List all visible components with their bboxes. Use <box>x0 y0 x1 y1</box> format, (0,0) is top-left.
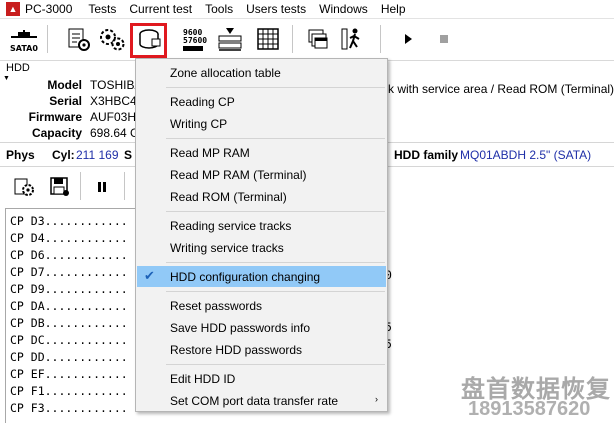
menu-separator <box>166 87 385 88</box>
capacity-label: Capacity <box>31 126 82 140</box>
menu-item-restore-hdd-passwords[interactable]: Restore HDD passwords <box>137 339 386 360</box>
cyl-label: Cyl: <box>52 148 75 162</box>
menu-separator <box>166 291 385 292</box>
model-label: Model <box>47 78 82 92</box>
menu-item-label: HDD configuration changing <box>170 269 321 284</box>
main-toolbar: SATA0 9600 57600 <box>0 19 614 61</box>
menu-item-label: Save HDD passwords info <box>170 320 311 335</box>
scroll-gear-icon[interactable] <box>62 23 94 55</box>
menu-item-label: Zone allocation table <box>170 65 281 80</box>
ram-stack-icon[interactable] <box>214 23 246 55</box>
sata-port-label: SATA0 <box>10 44 38 53</box>
save-disk-icon[interactable] <box>44 171 76 203</box>
menu-separator <box>166 262 385 263</box>
menu-item-save-hdd-passwords-info[interactable]: Save HDD passwords info <box>137 317 386 338</box>
toolbar-separator <box>292 25 293 53</box>
log-line: CP D4............ <box>10 231 128 245</box>
toolbar-separator <box>380 25 381 53</box>
menu-separator <box>166 364 385 365</box>
toolbar-separator <box>124 172 125 200</box>
watermark-phone: 18913587620 <box>468 398 591 420</box>
firmware-value: AUF03H <box>90 110 137 124</box>
submenu-arrow-icon: › <box>375 394 378 404</box>
menu-item-label: Reading service tracks <box>170 218 292 233</box>
check-icon: ✔ <box>144 268 155 283</box>
menu-item-label: Writing service tracks <box>170 240 284 255</box>
gears-icon[interactable] <box>96 23 128 55</box>
menu-item-read-rom-terminal[interactable]: Read ROM (Terminal) <box>137 186 386 207</box>
log-line: CP F1............ <box>10 384 128 398</box>
menu-item-edit-hdd-id[interactable]: Edit HDD ID <box>137 368 386 389</box>
toolbar-separator <box>80 172 81 200</box>
log-line: CP DD............ <box>10 350 128 364</box>
menu-item-zone-allocation-table[interactable]: Zone allocation table <box>137 62 386 83</box>
menu-item-reset-passwords[interactable]: Reset passwords <box>137 295 386 316</box>
log-line: CP D6............ <box>10 248 128 262</box>
log-line: CP EF............ <box>10 367 128 381</box>
menu-separator <box>166 211 385 212</box>
pause-icon[interactable] <box>86 171 118 203</box>
menu-users-tests[interactable]: Users tests <box>246 2 306 16</box>
log-line: CP DA............ <box>10 299 128 313</box>
service-area-menu: Zone allocation table Reading CP Writing… <box>135 58 388 412</box>
toolbar-separator <box>47 25 48 53</box>
menu-item-reading-cp[interactable]: Reading CP <box>137 91 386 112</box>
capacity-value: 698.64 G <box>90 126 140 140</box>
hdd-family-value: MQ01ABDH 2.5" (SATA) <box>460 148 592 162</box>
firmware-label: Firmware <box>28 110 82 124</box>
log-line: CP D7............ <box>10 265 128 279</box>
test-banner: rk with service area / Read ROM (Termina… <box>384 82 614 96</box>
gear-doc-icon[interactable] <box>8 171 40 203</box>
menu-item-read-mp-ram[interactable]: Read MP RAM <box>137 142 386 163</box>
app-title: PC-3000 <box>25 2 73 16</box>
menu-bar: ▲ PC-3000 Tests Current test Tools Users… <box>0 0 614 19</box>
hdd-family-label: HDD family <box>394 148 459 162</box>
menu-item-hdd-configuration-changing[interactable]: ✔ HDD configuration changing <box>137 266 386 287</box>
walking-man-icon[interactable] <box>336 23 368 55</box>
grid-icon[interactable] <box>252 23 284 55</box>
log-line: CP DC............ <box>10 333 128 347</box>
menu-item-label: Reading CP <box>170 94 235 109</box>
menu-help[interactable]: Help <box>381 2 406 16</box>
log-line: CP D9............ <box>10 282 128 296</box>
menu-item-read-mp-ram-terminal[interactable]: Read MP RAM (Terminal) <box>137 164 386 185</box>
highlight-frame <box>130 23 167 58</box>
log-line: CP D3............ <box>10 214 128 228</box>
data-bits-icon[interactable]: 9600 57600 <box>176 23 208 55</box>
stop-icon[interactable] <box>428 23 460 55</box>
menu-tools[interactable]: Tools <box>205 2 233 16</box>
hdd-panel-caption: HDD <box>6 62 30 74</box>
windows-icon[interactable] <box>302 23 334 55</box>
svg-text:57600: 57600 <box>183 36 207 45</box>
menu-item-set-com-port-rate[interactable]: Set COM port data transfer rate › <box>137 390 386 411</box>
menu-separator <box>166 138 385 139</box>
menu-tests[interactable]: Tests <box>88 2 116 16</box>
menu-windows[interactable]: Windows <box>319 2 368 16</box>
log-line: CP DB............ <box>10 316 128 330</box>
menu-item-label: Read ROM (Terminal) <box>170 189 287 204</box>
menu-item-label: Read MP RAM <box>170 145 250 160</box>
cyl-value: 211 169 <box>76 148 119 162</box>
menu-item-label: Restore HDD passwords <box>170 342 303 357</box>
menu-item-label: Set COM port data transfer rate <box>170 393 339 408</box>
menu-item-label: Reset passwords <box>170 298 263 313</box>
play-icon[interactable] <box>392 23 424 55</box>
phys-label: Phys <box>6 148 35 162</box>
app-logo-icon: ▲ <box>6 2 20 16</box>
s-label: S <box>124 148 133 162</box>
menu-item-reading-service-tracks[interactable]: Reading service tracks <box>137 215 386 236</box>
serial-label: Serial <box>49 94 82 108</box>
menu-item-writing-service-tracks[interactable]: Writing service tracks <box>137 237 386 258</box>
menu-current-test[interactable]: Current test <box>129 2 192 16</box>
menu-item-label: Read MP RAM (Terminal) <box>170 167 307 182</box>
log-line: CP F3............ <box>10 401 128 415</box>
menu-item-writing-cp[interactable]: Writing CP <box>137 113 386 134</box>
menu-item-label: Writing CP <box>170 116 228 131</box>
menu-item-label: Edit HDD ID <box>170 371 236 386</box>
